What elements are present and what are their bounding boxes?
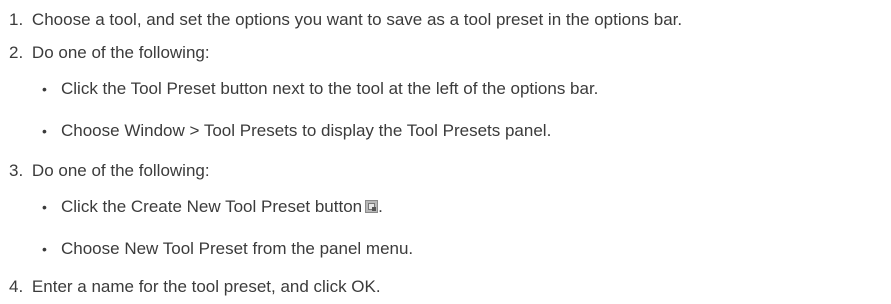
step-text: Enter a name for the tool preset, and cl…: [31, 277, 381, 296]
step-1: 1. Choose a tool, and set the options yo…: [9, 10, 682, 30]
bullet-icon: •: [42, 123, 47, 139]
bullet-icon: •: [42, 241, 47, 257]
step-3: 3. Do one of the following:: [9, 161, 210, 181]
bullet-text: Click the Tool Preset button next to the…: [61, 79, 599, 98]
list-item: • Choose New Tool Preset from the panel m…: [42, 239, 413, 259]
step-number: 3.: [9, 161, 24, 180]
bullet-icon: •: [42, 81, 47, 97]
step-number: 1.: [9, 10, 24, 29]
bullet-icon: •: [42, 199, 47, 215]
step-text: Choose a tool, and set the options you w…: [31, 10, 683, 29]
bullet-text: Choose New Tool Preset from the panel me…: [61, 239, 414, 258]
step-number: 4.: [9, 277, 24, 296]
list-item: • Choose Window > Tool Presets to display…: [42, 121, 551, 141]
step-number: 2.: [9, 43, 24, 62]
list-item: • Click the Create New Tool Preset button…: [42, 197, 383, 217]
bullet-text: Choose Window > Tool Presets to display …: [61, 121, 552, 140]
step-text: Do one of the following:: [31, 161, 210, 180]
list-item: • Click the Tool Preset button next to th…: [42, 79, 598, 99]
bullet-text: Click the Create New Tool Preset button: [61, 197, 363, 216]
bullet-suffix: .: [378, 197, 383, 216]
step-4: 4. Enter a name for the tool preset, and…: [9, 277, 381, 297]
step-2: 2. Do one of the following:: [9, 43, 210, 63]
new-preset-icon: [365, 200, 379, 213]
step-text: Do one of the following:: [31, 43, 210, 62]
